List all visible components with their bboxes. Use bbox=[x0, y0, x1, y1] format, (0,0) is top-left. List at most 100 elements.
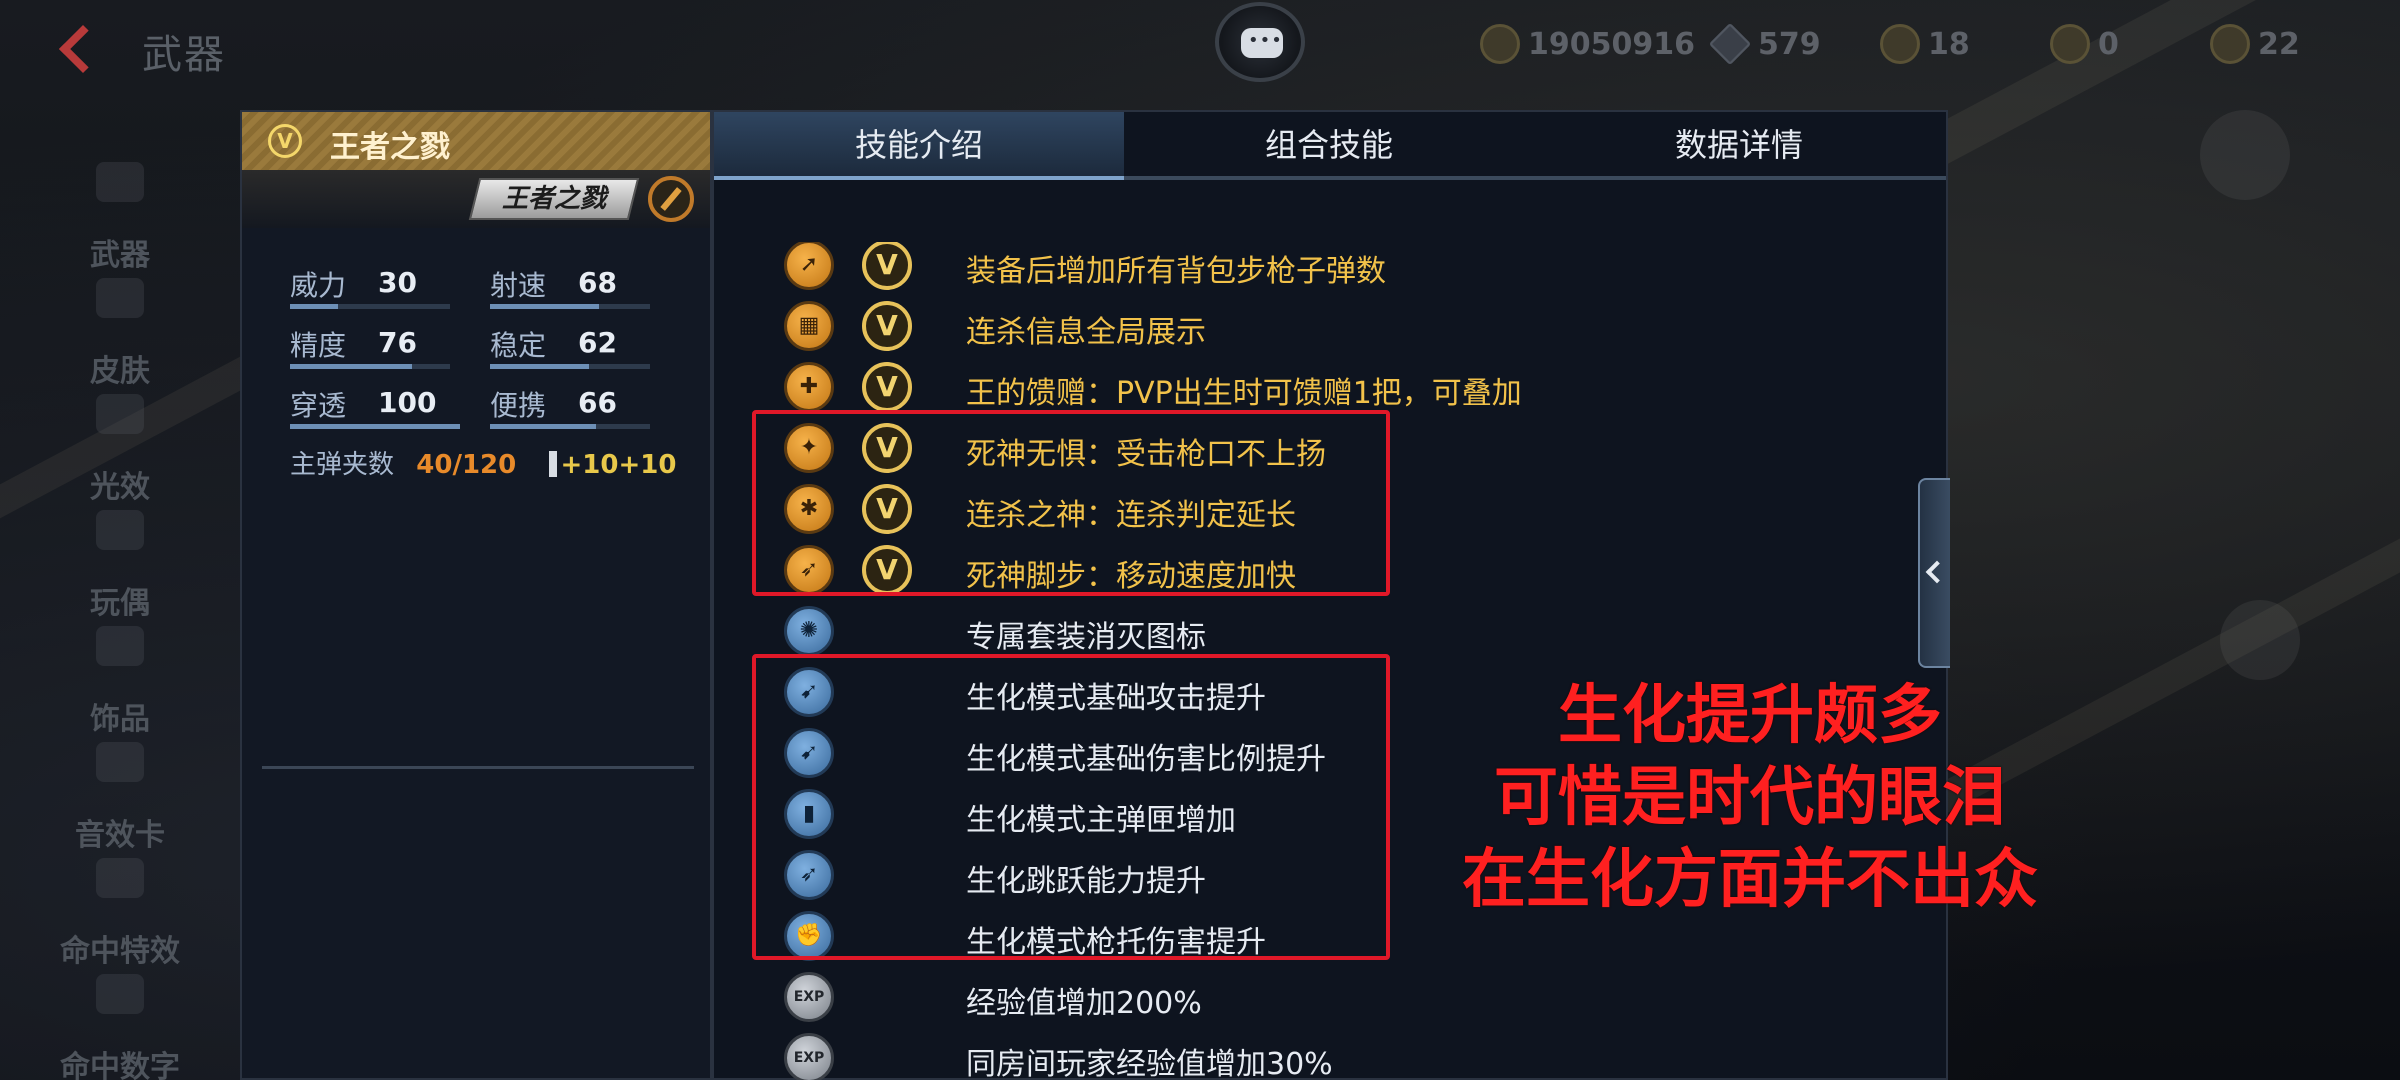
back-arrow-icon[interactable] bbox=[52, 20, 112, 72]
nav-label: 武器 bbox=[90, 238, 150, 273]
stat-accuracy: 精度 76 bbox=[290, 324, 450, 370]
gold-coin-counter: 19050916 bbox=[1480, 22, 1695, 66]
deco-circle-icon bbox=[2220, 600, 2300, 680]
skill-glyph: ✺ bbox=[799, 618, 819, 643]
tab-skill-intro[interactable]: 技能介绍 bbox=[714, 112, 1124, 180]
accessory-icon bbox=[96, 626, 144, 666]
gift-icon: ✚ bbox=[784, 362, 834, 412]
skill-row[interactable]: ✺ 专属套装消灭图标 bbox=[714, 602, 1946, 662]
skill-description: 同房间玩家经验值增加30% bbox=[966, 1047, 1333, 1080]
hit-number-icon bbox=[96, 974, 144, 1014]
skill-row[interactable]: EXP 经验值增加200% bbox=[714, 968, 1946, 1028]
effect-icon bbox=[96, 394, 144, 434]
exp-icon: EXP bbox=[784, 972, 834, 1022]
rifle-ammo-icon: ➚ bbox=[784, 242, 834, 290]
ammo-value: 40/120 bbox=[416, 450, 517, 480]
eliminate-icon: ✺ bbox=[784, 606, 834, 656]
weapon-info-panel: V 王者之戮 王者之戮 威力 30 射速 68 精度 76 稳定 62 穿透 1… bbox=[240, 110, 712, 1080]
stat-value: 68 bbox=[578, 266, 617, 299]
kill-info-icon: ▦ bbox=[784, 301, 834, 351]
nav-skins[interactable]: 皮肤 bbox=[0, 274, 240, 389]
stat-fire-rate: 射速 68 bbox=[490, 264, 650, 310]
token-icon bbox=[2050, 24, 2090, 64]
skill-row[interactable]: EXP 同房间玩家经验值增加30% bbox=[714, 1029, 1946, 1080]
vip-v-icon: V bbox=[862, 301, 912, 351]
skill-row[interactable]: ➚ V 装备后增加所有背包步枪子弹数 bbox=[714, 242, 1946, 296]
collapse-side-tab[interactable] bbox=[1918, 478, 1950, 668]
nav-label: 光效 bbox=[90, 470, 150, 505]
gold-coin-icon bbox=[1480, 24, 1520, 64]
skill-glyph: ▦ bbox=[798, 313, 820, 338]
stat-value: 66 bbox=[578, 386, 617, 419]
top-bar: 武器 19050916 579 18 0 22 bbox=[0, 0, 2400, 92]
tab-combo-skills[interactable]: 组合技能 bbox=[1124, 112, 1534, 180]
nav-dolls[interactable]: 玩偶 bbox=[0, 506, 240, 621]
nav-hit-numbers[interactable]: 命中数字 bbox=[0, 970, 240, 1080]
skill-glyph: ✚ bbox=[799, 374, 819, 399]
crystal-value: 22 bbox=[2258, 26, 2300, 62]
stat-bar-fill bbox=[490, 364, 589, 369]
diamond-icon bbox=[1708, 22, 1752, 66]
nav-label: 玩偶 bbox=[90, 586, 150, 621]
stat-label: 威力 bbox=[290, 269, 347, 302]
vip-v-icon: V bbox=[862, 362, 912, 412]
ticket-counter: 18 bbox=[1880, 22, 1970, 66]
token-counter: 0 bbox=[2050, 22, 2119, 66]
stat-label: 穿透 bbox=[290, 389, 347, 422]
stat-portability: 便携 66 bbox=[490, 384, 650, 430]
stat-penetration: 穿透 100 bbox=[290, 384, 460, 430]
nav-weapons[interactable]: 武器 bbox=[0, 158, 240, 273]
crystal-icon bbox=[2210, 24, 2250, 64]
ticket-value: 18 bbox=[1928, 26, 1970, 62]
tab-bar: 技能介绍 组合技能 数据详情 bbox=[714, 112, 1946, 180]
vip-v-icon: V bbox=[862, 242, 912, 290]
ammo-bonus: +10+10 bbox=[560, 450, 677, 480]
stat-power: 威力 30 bbox=[290, 264, 450, 310]
stat-value: 30 bbox=[378, 266, 417, 299]
nav-label: 饰品 bbox=[90, 702, 150, 737]
stat-stability: 稳定 62 bbox=[490, 324, 650, 370]
stat-value: 62 bbox=[578, 326, 617, 359]
nav-effects[interactable]: 光效 bbox=[0, 390, 240, 505]
sound-card-icon bbox=[96, 742, 144, 782]
nav-accessories[interactable]: 饰品 bbox=[0, 622, 240, 737]
nav-label: 皮肤 bbox=[90, 354, 150, 389]
nav-label: 命中数字 bbox=[60, 1050, 180, 1080]
stat-bar-fill bbox=[290, 364, 412, 369]
bullet-icon bbox=[548, 451, 557, 477]
skill-description: 连杀信息全局展示 bbox=[966, 315, 1206, 350]
stat-value: 100 bbox=[378, 386, 437, 419]
skill-row[interactable]: ✚ V 王的馈赠：PVP出生时可馈赠1把，可叠加 bbox=[714, 358, 1946, 418]
divider bbox=[262, 766, 694, 769]
page-title: 武器 bbox=[142, 32, 226, 78]
tab-data-details[interactable]: 数据详情 bbox=[1534, 112, 1944, 180]
overlay-line-3: 在生化方面并不出众 bbox=[1462, 843, 2038, 917]
chat-bubble-icon bbox=[1241, 28, 1283, 58]
skill-row[interactable]: ▦ V 连杀信息全局展示 bbox=[714, 297, 1946, 357]
skill-glyph: EXP bbox=[793, 989, 825, 1005]
highlight-box-zombie-skills bbox=[752, 654, 1390, 960]
tab-underline bbox=[1124, 176, 1946, 180]
skin-icon bbox=[96, 278, 144, 318]
diamond-counter: 579 bbox=[1708, 22, 1821, 66]
nav-label: 命中特效 bbox=[60, 934, 180, 969]
emblem-icon bbox=[648, 176, 694, 222]
stat-bar-fill bbox=[490, 304, 599, 309]
stat-bar-fill bbox=[290, 424, 460, 429]
ticket-icon bbox=[1880, 24, 1920, 64]
chat-button[interactable] bbox=[1215, 2, 1305, 82]
skill-description: 王的馈赠：PVP出生时可馈赠1把，可叠加 bbox=[966, 376, 1522, 411]
stat-label: 射速 bbox=[490, 269, 547, 302]
gold-coin-value: 19050916 bbox=[1528, 26, 1695, 62]
nav-label: 音效卡 bbox=[75, 818, 165, 853]
stat-label: 精度 bbox=[290, 329, 347, 362]
crystal-counter: 22 bbox=[2210, 22, 2300, 66]
stat-label: 稳定 bbox=[490, 329, 547, 362]
nav-sound-cards[interactable]: 音效卡 bbox=[0, 738, 240, 853]
nav-hit-effects[interactable]: 命中特效 bbox=[0, 854, 240, 969]
skill-description: 装备后增加所有背包步枪子弹数 bbox=[966, 254, 1386, 289]
weapon-logo: 王者之戮 bbox=[468, 178, 640, 220]
stat-bar-fill bbox=[290, 304, 338, 309]
vip-v-icon: V bbox=[268, 124, 302, 158]
doll-icon bbox=[96, 510, 144, 550]
